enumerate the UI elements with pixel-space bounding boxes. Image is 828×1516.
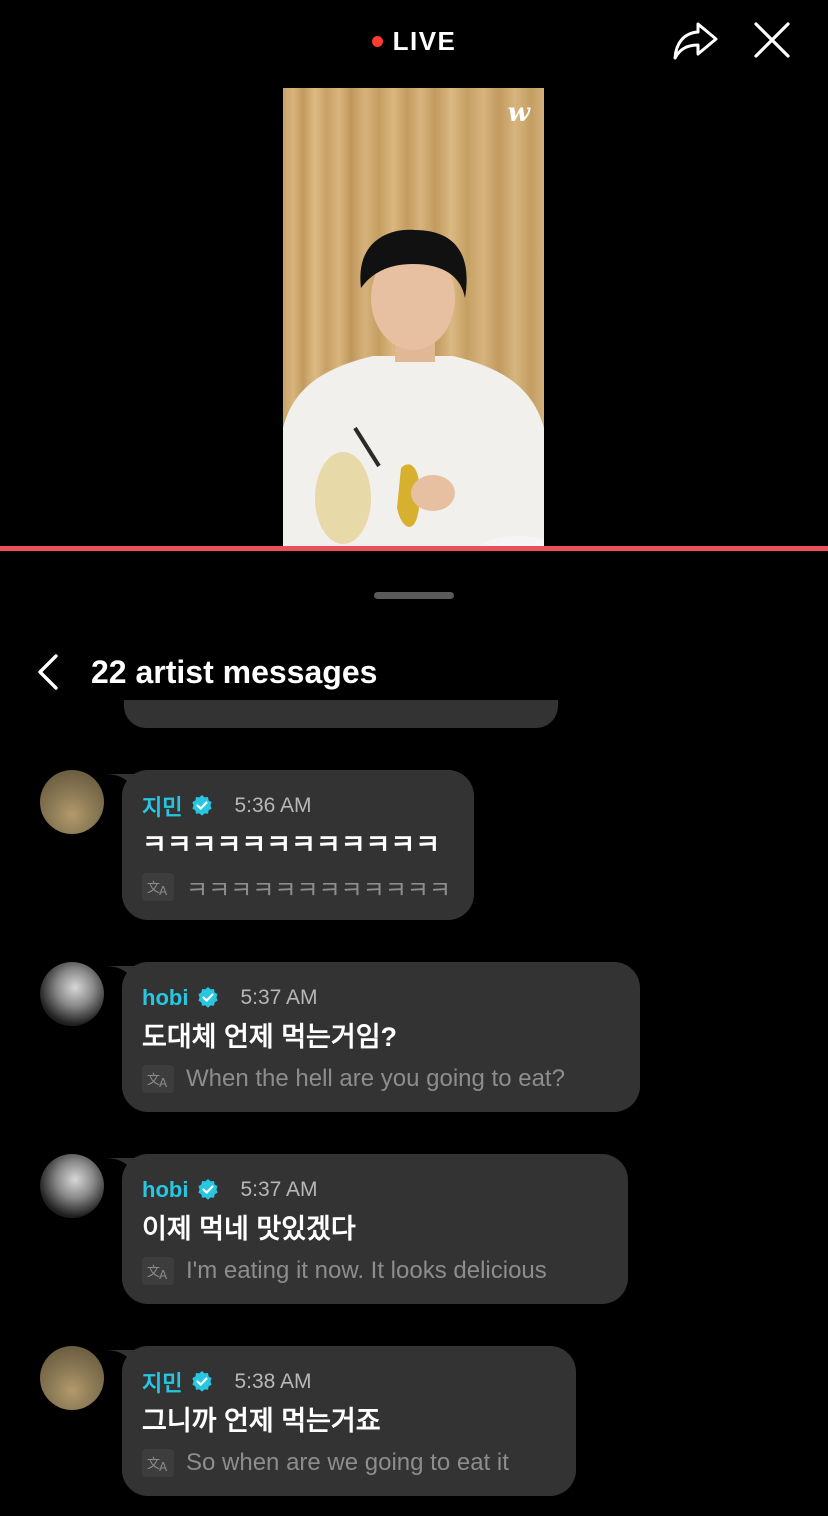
translation-text: I'm eating it now. It looks delicious	[186, 1257, 547, 1284]
verified-badge-icon	[198, 1179, 219, 1200]
message-meta: 지민 5:38 AM	[142, 1366, 554, 1398]
message-time: 5:37 AM	[240, 986, 318, 1009]
close-button[interactable]	[750, 18, 794, 62]
svg-text:A: A	[159, 884, 168, 898]
author-name[interactable]: hobi	[142, 1177, 188, 1203]
avatar[interactable]	[40, 1346, 104, 1410]
video-person-illustration	[283, 229, 544, 548]
translate-icon: 文 A	[142, 1449, 174, 1477]
svg-text:A: A	[159, 1460, 168, 1474]
weverse-watermark: w	[507, 98, 530, 128]
bubble-tail	[104, 774, 144, 796]
translate-icon: 文 A	[142, 1065, 174, 1093]
message-time: 5:36 AM	[234, 794, 312, 817]
message-translation: 文 A I'm eating it now. It looks deliciou…	[142, 1254, 606, 1288]
author-name[interactable]: 지민	[142, 790, 182, 822]
chevron-left-icon	[38, 654, 58, 690]
message-text: 이제 먹네 맛있겠다	[142, 1214, 356, 1244]
message-text: 도대체 언제 먹는거임?	[142, 1022, 398, 1052]
message-meta: 지민 5:36 AM	[142, 790, 452, 822]
translate-icon: 文 A	[142, 1257, 174, 1285]
translation-text: So when are we going to eat it	[186, 1449, 509, 1476]
live-label: LIVE	[392, 25, 457, 56]
message-bubble[interactable]: hobi 5:37 AM 도대체 언제 먹는거임? 文 A When the h…	[104, 962, 640, 1112]
svg-text:A: A	[159, 1076, 168, 1090]
live-dot	[371, 35, 383, 47]
translation-text: When the hell are you going to eat?	[186, 1065, 565, 1092]
message-translation: 文 A When the hell are you going to eat?	[142, 1062, 618, 1096]
message-translation: 文 A ㅋㅋㅋㅋㅋㅋㅋㅋㅋㅋㅋㅋ	[142, 870, 452, 904]
verified-badge-icon	[192, 795, 213, 816]
avatar[interactable]	[40, 962, 104, 1026]
verified-badge-icon	[192, 1371, 213, 1392]
message-time: 5:37 AM	[240, 1178, 318, 1201]
verified-badge-icon	[198, 987, 219, 1008]
avatar[interactable]	[40, 770, 104, 834]
author-name[interactable]: hobi	[142, 985, 188, 1011]
close-icon	[754, 22, 790, 58]
message-meta: hobi 5:37 AM	[142, 1174, 606, 1206]
bubble-tail	[104, 1350, 144, 1372]
message-text: 그니까 언제 먹는거죠	[142, 1406, 381, 1436]
previous-message-bubble	[124, 700, 558, 728]
message-time: 5:38 AM	[234, 1370, 312, 1393]
panel-title: 22 artist messages	[91, 654, 378, 690]
message-meta: hobi 5:37 AM	[142, 982, 618, 1014]
message-bubble[interactable]: hobi 5:37 AM 이제 먹네 맛있겠다 文 A I'm eating i…	[104, 1154, 628, 1304]
svg-text:A: A	[159, 1268, 168, 1282]
message-bubble[interactable]: 지민 5:36 AM ㅋㅋㅋㅋㅋㅋㅋㅋㅋㅋㅋㅋ 文 A ㅋㅋㅋㅋㅋㅋㅋㅋㅋㅋㅋㅋ	[104, 770, 474, 920]
author-name[interactable]: 지민	[142, 1366, 182, 1398]
live-progress-bar	[0, 546, 828, 551]
share-icon	[673, 22, 718, 60]
translate-icon: 文 A	[142, 873, 174, 901]
bubble-tail	[104, 966, 144, 988]
back-button[interactable]	[32, 650, 66, 694]
live-stream-screen: LIVE w 22 artist messages 지민 5:36 AM ㅋㅋㅋ…	[0, 0, 828, 1516]
avatar[interactable]	[40, 1154, 104, 1218]
message-text: ㅋㅋㅋㅋㅋㅋㅋㅋㅋㅋㅋㅋ	[142, 830, 441, 860]
message-translation: 文 A So when are we going to eat it	[142, 1446, 554, 1480]
message-bubble[interactable]: 지민 5:38 AM 그니까 언제 먹는거죠 文 A So when are w…	[104, 1346, 576, 1496]
translation-text: ㅋㅋㅋㅋㅋㅋㅋㅋㅋㅋㅋㅋ	[186, 876, 451, 904]
live-video[interactable]: w	[283, 88, 544, 548]
share-button[interactable]	[670, 18, 720, 64]
bubble-tail	[104, 1158, 144, 1180]
sheet-drag-handle[interactable]	[374, 592, 454, 599]
